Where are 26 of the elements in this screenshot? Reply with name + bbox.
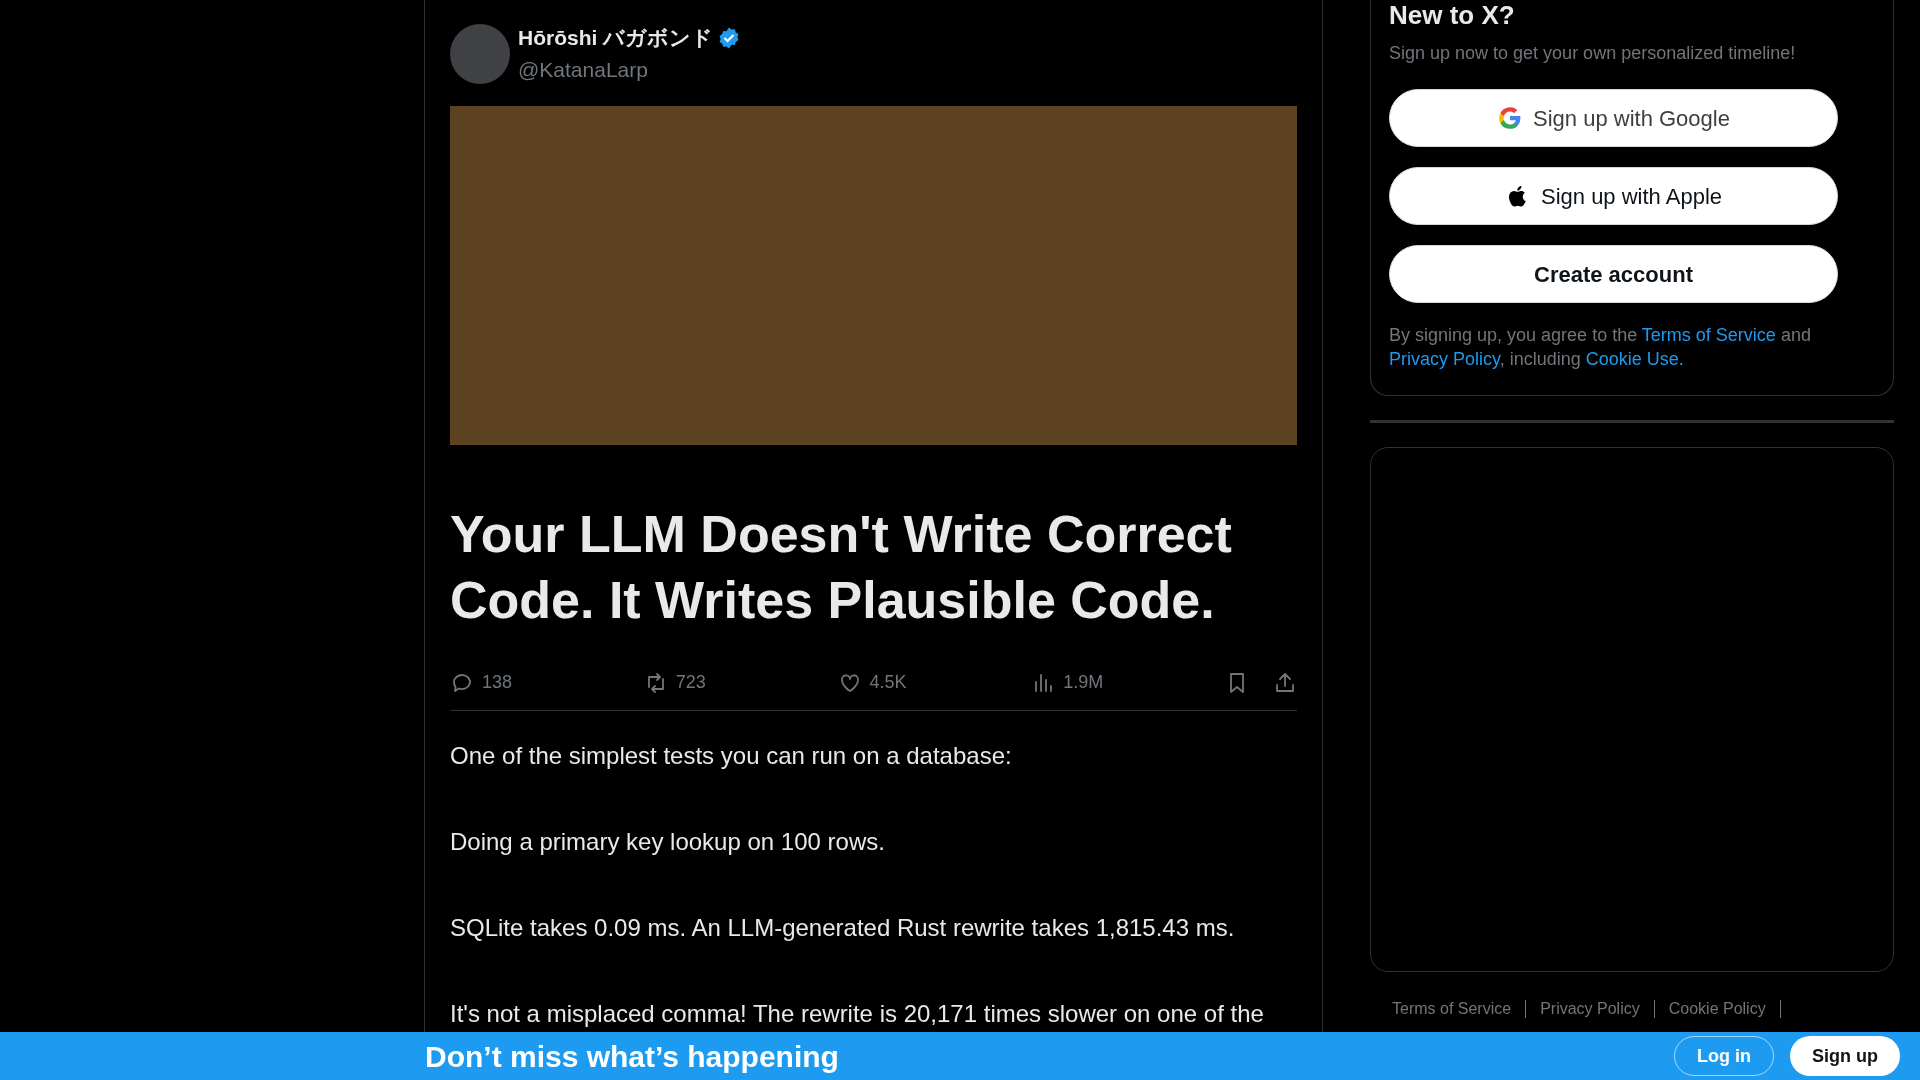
footer-link[interactable]: Privacy Policy bbox=[1526, 1000, 1655, 1018]
paragraph: Doing a primary key lookup on 100 rows. bbox=[450, 827, 886, 857]
panel-title: New to X? bbox=[1389, 0, 1516, 30]
terms-link[interactable]: Terms of Service bbox=[1641, 325, 1776, 345]
footer-link[interactable]: Terms of Service bbox=[1392, 1000, 1527, 1018]
reply-action[interactable]: 138 bbox=[450, 669, 644, 696]
paragraph: SQLite takes 0.09 ms. An LLM-generated Rust rewrite takes 1,815.43 ms. bbox=[450, 913, 1236, 943]
banner-title: Don’t miss what’s happening bbox=[425, 1038, 839, 1075]
panel-subtitle: Sign up now to get your own personalized timeline! bbox=[1389, 42, 1797, 65]
apple-signup-button[interactable]: Sign up with Apple bbox=[1389, 167, 1838, 225]
privacy-link[interactable]: Privacy Policy bbox=[1389, 349, 1500, 369]
cookie-link[interactable]: Cookie Use. bbox=[1585, 349, 1684, 369]
paragraph: It's not a misplaced comma! The rewrite is 20,171 times slower on one of the bbox=[450, 999, 1265, 1029]
footer-link[interactable]: Cookie Policy bbox=[1654, 1000, 1781, 1018]
author-name: Hōrōshi バガボンド bbox=[518, 25, 714, 51]
paragraph: One of the simplest tests you can run on a database: bbox=[450, 741, 1013, 771]
google-signup-button[interactable]: Sign up with Google bbox=[1389, 89, 1838, 147]
repost-action[interactable]: 723 bbox=[643, 669, 838, 696]
like-action[interactable]: 4.5K bbox=[837, 669, 1032, 696]
create-account-button[interactable]: Create account bbox=[1389, 245, 1838, 303]
legal-notice: By signing up, you agree to the Terms of Service and Privacy Policy, including Cookie Use. bbox=[1389, 324, 1812, 371]
article-headline: Your LLM Doesn't Write Correct Code. It Writes Plausible Code. bbox=[450, 504, 1233, 631]
signup-button[interactable]: Sign up bbox=[1790, 1036, 1900, 1076]
share-icon[interactable] bbox=[1273, 670, 1297, 695]
author-handle[interactable]: @KatanaLarp bbox=[518, 53, 742, 85]
views-action[interactable]: 1.9M bbox=[1031, 669, 1225, 696]
